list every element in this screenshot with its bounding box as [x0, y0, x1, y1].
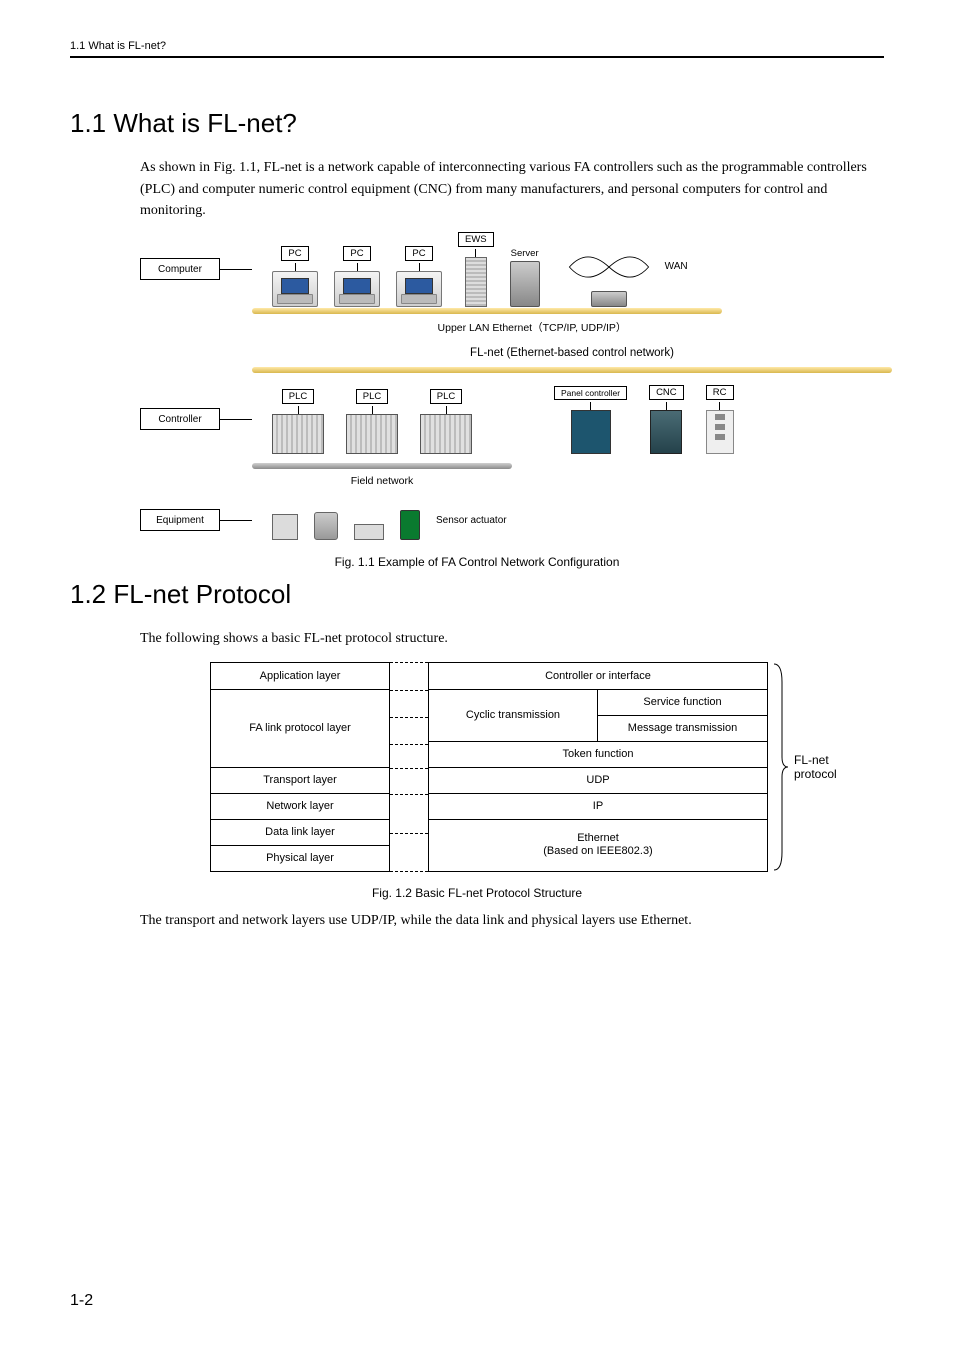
- fig11-side-equipment: Equipment: [140, 509, 220, 531]
- pc-icon: [396, 271, 442, 307]
- service-function: Service function: [598, 690, 768, 716]
- connector-line: [220, 520, 252, 521]
- server-icon: [510, 261, 540, 307]
- figure-1-2: Application layer FA link protocol layer…: [210, 662, 860, 872]
- label-plc: PLC: [282, 389, 314, 404]
- section-1-2-para2: The transport and network layers use UDP…: [140, 910, 884, 932]
- pc-icon: [272, 271, 318, 307]
- layer-network: Network layer: [210, 794, 390, 820]
- section-1-2-title: 1.2 FL-net Protocol: [70, 579, 884, 610]
- label-pc: PC: [405, 246, 432, 261]
- controller-interface: Controller or interface: [428, 662, 768, 690]
- cnc-icon: [650, 410, 682, 454]
- fig-1-2-caption: Fig. 1.2 Basic FL-net Protocol Structure: [70, 886, 884, 900]
- figure-1-1: Computer PC PC PC EWS Server WAN Upper L: [140, 234, 880, 545]
- label-panel: Panel controller: [554, 386, 627, 400]
- label-server: Server: [511, 248, 539, 259]
- plc-icon: [420, 414, 472, 454]
- fig-1-1-caption: Fig. 1.1 Example of FA Control Network C…: [70, 555, 884, 569]
- label-plc: PLC: [356, 389, 388, 404]
- plc-icon: [272, 414, 324, 454]
- token-function: Token function: [428, 742, 768, 768]
- flnet-protocol-brace-label: FL-net protocol: [794, 753, 854, 781]
- label-ews: EWS: [458, 232, 494, 247]
- field-network-label: Field network: [252, 475, 512, 487]
- label-pc: PC: [343, 246, 370, 261]
- running-header: 1.1 What is FL-net?: [70, 40, 884, 58]
- plc-icon: [346, 414, 398, 454]
- message-transmission: Message transmission: [598, 716, 768, 742]
- section-1-1-para: As shown in Fig. 1.1, FL-net is a networ…: [140, 157, 884, 222]
- ethernet-line2: (Based on IEEE802.3): [543, 845, 652, 858]
- upper-lan-label: Upper LAN Ethernet（TCP/IP, UDP/IP）: [252, 320, 812, 335]
- pc-icon: [334, 271, 380, 307]
- layer-datalink: Data link layer: [210, 820, 390, 846]
- upper-lan-bus: [252, 308, 722, 314]
- equipment-icon: [400, 510, 420, 540]
- ews-icon: [465, 257, 487, 307]
- equipment-icon: [272, 514, 298, 540]
- panel-icon: [571, 410, 611, 454]
- flnet-bus: [252, 367, 892, 373]
- equipment-icon: [314, 512, 338, 540]
- sensor-actuator-label: Sensor actuator: [436, 515, 507, 526]
- fig11-side-controller: Controller: [140, 408, 220, 430]
- label-wan: WAN: [665, 261, 688, 272]
- page-number: 1-2: [70, 1292, 93, 1310]
- label-cnc: CNC: [649, 385, 684, 400]
- layer-application: Application layer: [210, 662, 390, 690]
- layer-fa-link: FA link protocol layer: [210, 690, 390, 768]
- label-plc: PLC: [430, 389, 462, 404]
- cyclic-transmission: Cyclic transmission: [428, 690, 598, 742]
- router-icon: [591, 291, 627, 307]
- ethernet-line1: Ethernet: [577, 832, 619, 845]
- flnet-label: FL-net (Ethernet-based control network): [252, 347, 892, 359]
- fig11-side-computer: Computer: [140, 258, 220, 280]
- connector-line: [220, 419, 252, 420]
- layer-physical: Physical layer: [210, 846, 390, 872]
- section-1-2-para1: The following shows a basic FL-net proto…: [140, 628, 884, 650]
- ethernet: Ethernet (Based on IEEE802.3): [428, 820, 768, 872]
- label-pc: PC: [281, 246, 308, 261]
- equipment-icon: [354, 524, 384, 540]
- connector-line: [220, 269, 252, 270]
- ip: IP: [428, 794, 768, 820]
- field-bus: [252, 463, 512, 469]
- layer-transport: Transport layer: [210, 768, 390, 794]
- rc-icon: [706, 410, 734, 454]
- label-rc: RC: [706, 385, 734, 400]
- section-1-1-title: 1.1 What is FL-net?: [70, 108, 884, 139]
- udp: UDP: [428, 768, 768, 794]
- wan-icon: WAN: [564, 245, 654, 289]
